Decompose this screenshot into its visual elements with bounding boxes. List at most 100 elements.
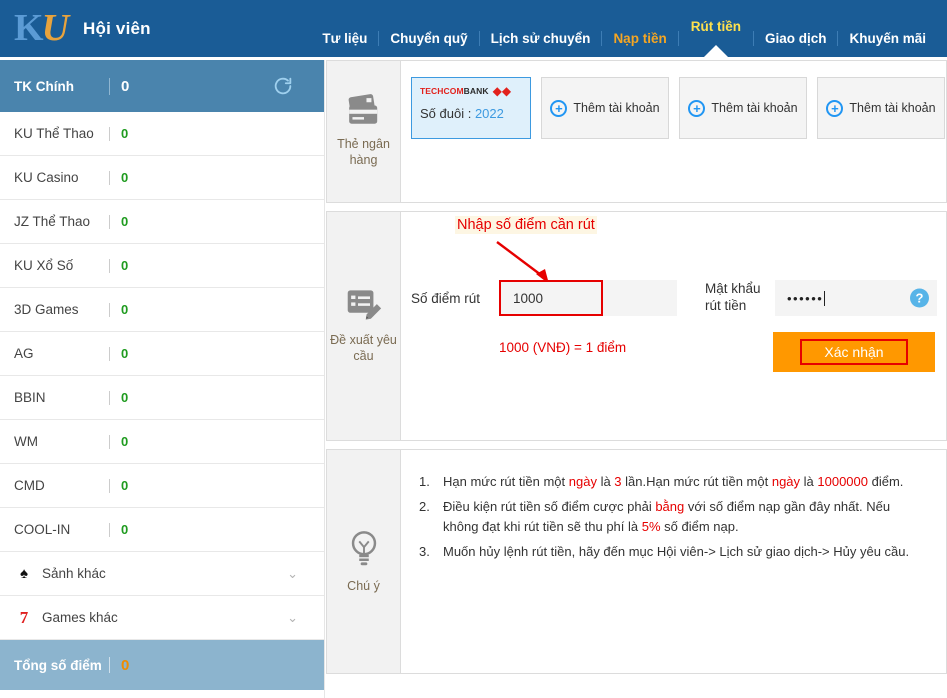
notes-panel-label: Chú ý: [347, 579, 380, 595]
total-points-value: 0: [121, 657, 129, 674]
bank-panel-side: Thẻ ngân hàng: [327, 61, 401, 202]
total-points-bar: Tổng số điểm 0: [0, 640, 324, 690]
bank-logo: TECHCOMBANK ◆◆: [420, 85, 522, 97]
account-value: 0: [121, 478, 128, 493]
refresh-icon[interactable]: [272, 75, 294, 97]
notes-panel-side: Chú ý: [327, 450, 401, 673]
account-value: 0: [121, 214, 128, 229]
bank-panel-label: Thẻ ngân hàng: [329, 137, 398, 168]
request-panel-side: Đề xuất yêu cầu: [327, 212, 401, 440]
account-label: 3D Games: [14, 302, 109, 317]
note-text: là: [800, 474, 817, 489]
account-row-ku-the-thao[interactable]: KU Thể Thao 0: [0, 112, 324, 156]
note-highlight: 1000000: [817, 474, 868, 489]
account-row-cmd[interactable]: CMD 0: [0, 464, 324, 508]
main-navigation: Tư liệu Chuyển quỹ Lịch sử chuyển Nạp ti…: [311, 0, 947, 57]
account-row-cool-in[interactable]: COOL-IN 0: [0, 508, 324, 552]
nav-item-rut-tien[interactable]: Rút tiền: [679, 31, 753, 46]
account-value: 0: [121, 346, 128, 361]
confirm-button[interactable]: Xác nhận: [773, 332, 935, 372]
seven-icon: 7: [14, 608, 34, 628]
password-label: Mật khẩu rút tiền: [705, 281, 775, 315]
account-label: KU Xổ Số: [14, 258, 109, 273]
note-text: điểm.: [868, 474, 903, 489]
group-label: Sảnh khác: [42, 566, 287, 581]
account-row-wm[interactable]: WM 0: [0, 420, 324, 464]
account-row-ku-casino[interactable]: KU Casino 0: [0, 156, 324, 200]
active-tab-arrow-icon: [703, 45, 729, 58]
divider: [109, 303, 110, 317]
add-account-label: Thêm tài khoản: [573, 101, 659, 115]
account-label: AG: [14, 346, 109, 361]
note-item: Hạn mức rút tiền một ngày là 3 lần.Hạn m…: [437, 472, 914, 492]
logo-letter-u: U: [42, 7, 67, 49]
main-account-header: TK Chính 0: [0, 60, 324, 112]
add-account-button-3[interactable]: + Thêm tài khoản: [817, 77, 945, 139]
group-label: Games khác: [42, 610, 287, 625]
account-row-jz-the-thao[interactable]: JZ Thể Thao 0: [0, 200, 324, 244]
nav-item-chuyen-quy[interactable]: Chuyển quỹ: [379, 31, 478, 46]
nav-item-nap-tien[interactable]: Nạp tiền: [602, 31, 677, 46]
ku-logo[interactable]: KU: [14, 9, 67, 47]
account-value: 0: [121, 258, 128, 273]
text-caret: [824, 291, 825, 306]
account-label: JZ Thể Thao: [14, 214, 109, 229]
nav-item-giao-dich[interactable]: Giao dịch: [754, 31, 838, 46]
nav-item-lich-su-chuyen[interactable]: Lịch sử chuyển: [480, 31, 602, 46]
add-account-label: Thêm tài khoản: [711, 101, 797, 115]
bank-card-tail-label: Số đuôi :: [420, 106, 475, 121]
request-panel-label: Đề xuất yêu cầu: [329, 333, 398, 364]
form-pencil-icon: [344, 287, 384, 328]
bank-logo-techcom: TECHCOM: [420, 86, 464, 96]
total-points-label: Tổng số điểm: [14, 658, 109, 673]
main-account-value: 0: [121, 78, 129, 95]
divider: [109, 347, 110, 361]
note-highlight: ngày: [772, 474, 800, 489]
note-highlight: bằng: [655, 499, 684, 514]
password-input[interactable]: •••••• ?: [775, 280, 937, 316]
account-list: KU Thể Thao 0 KU Casino 0 JZ Thể Thao 0 …: [0, 112, 324, 552]
account-value: 0: [121, 434, 128, 449]
bank-card-list: TECHCOMBANK ◆◆ Số đuôi : 2022 + Thêm tài…: [411, 73, 945, 139]
account-value: 0: [121, 302, 128, 317]
chevron-down-icon[interactable]: ⌄: [287, 566, 298, 582]
account-value: 0: [121, 522, 128, 537]
divider: [109, 523, 110, 537]
chevron-down-icon[interactable]: ⌄: [287, 610, 298, 626]
account-label: CMD: [14, 478, 109, 493]
divider: [109, 127, 110, 141]
annotation-text: Nhập số điểm cần rút: [455, 216, 597, 234]
nav-item-khuyen-mai[interactable]: Khuyến mãi: [838, 31, 937, 46]
amount-input[interactable]: 1000: [499, 280, 603, 316]
note-text: là: [597, 474, 614, 489]
note-item: Điều kiện rút tiền số điểm cược phải bằn…: [437, 497, 914, 537]
withdraw-page: KU Hội viên Tư liệu Chuyển quỹ Lịch sử c…: [0, 0, 947, 698]
bank-card-techcombank[interactable]: TECHCOMBANK ◆◆ Số đuôi : 2022: [411, 77, 531, 139]
notes-panel-body: Hạn mức rút tiền một ngày là 3 lần.Hạn m…: [401, 450, 946, 673]
lightbulb-icon: [347, 529, 381, 574]
account-row-bbin[interactable]: BBIN 0: [0, 376, 324, 420]
account-label: KU Thể Thao: [14, 126, 109, 141]
account-row-3d-games[interactable]: 3D Games 0: [0, 288, 324, 332]
bank-card-tail: Số đuôi : 2022: [420, 106, 522, 121]
account-label: KU Casino: [14, 170, 109, 185]
sidebar-group-sanh-khac[interactable]: ♠ Sảnh khác ⌄: [0, 552, 324, 596]
account-value: 0: [121, 390, 128, 405]
amount-input-shell: 1000: [499, 280, 677, 316]
password-input-value: ••••••: [787, 291, 823, 306]
note-text: Điều kiện rút tiền số điểm cược phải: [443, 499, 655, 514]
add-account-button-1[interactable]: + Thêm tài khoản: [541, 77, 669, 139]
sidebar-group-games-khac[interactable]: 7 Games khác ⌄: [0, 596, 324, 640]
bank-card-tail-value: 2022: [475, 106, 504, 121]
add-account-button-2[interactable]: + Thêm tài khoản: [679, 77, 807, 139]
account-row-ku-xo-so[interactable]: KU Xổ Số 0: [0, 244, 324, 288]
spade-icon: ♠: [14, 565, 34, 582]
note-text: lần.Hạn mức rút tiền một: [622, 474, 772, 489]
question-mark-icon[interactable]: ?: [910, 289, 929, 308]
nav-item-tu-lieu[interactable]: Tư liệu: [311, 31, 378, 46]
divider: [109, 259, 110, 273]
divider: [109, 215, 110, 229]
note-highlight: ngày: [569, 474, 597, 489]
account-row-ag[interactable]: AG 0: [0, 332, 324, 376]
divider: [109, 479, 110, 493]
